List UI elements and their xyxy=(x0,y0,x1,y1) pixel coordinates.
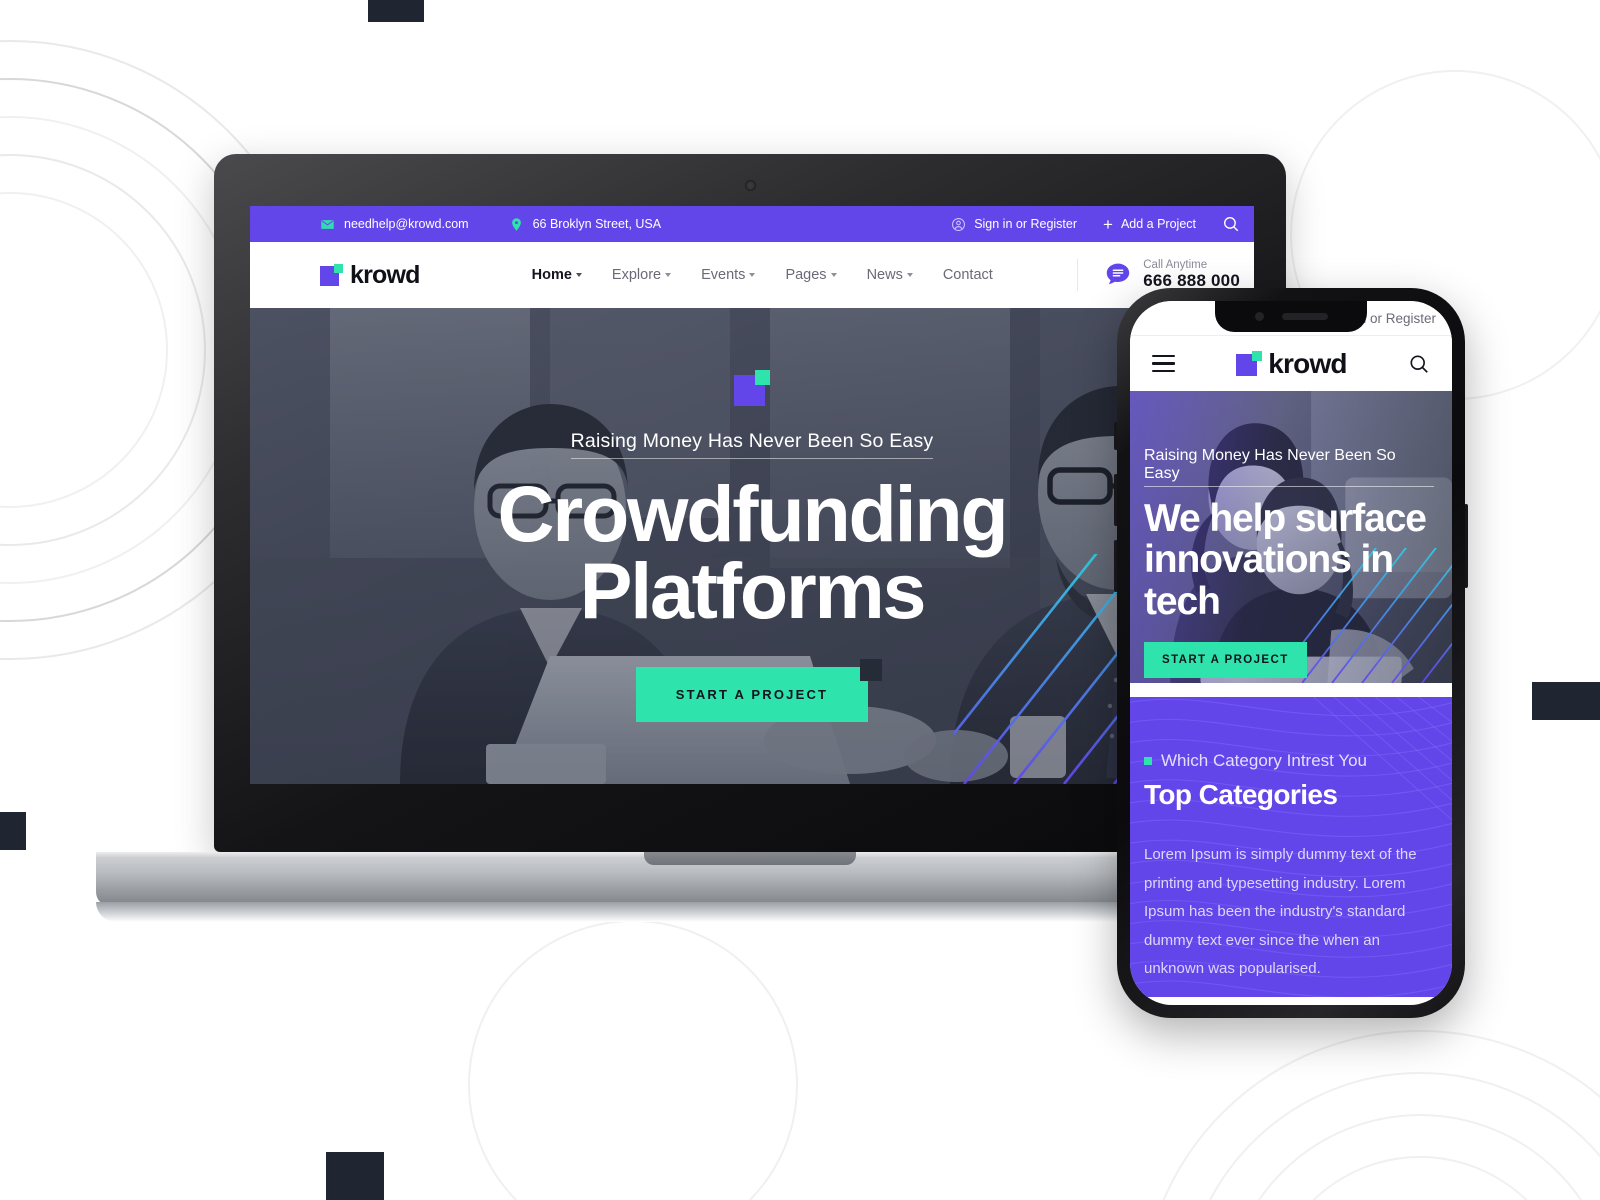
site-logo-text: krowd xyxy=(350,260,420,289)
hero-title-line1: Crowdfunding xyxy=(497,468,1009,558)
phone-header: krowd xyxy=(1130,335,1452,391)
phone-categories-eyebrow-label: Which Category Intrest You xyxy=(1161,751,1368,770)
menu-item-events-label: Events xyxy=(701,267,746,283)
decor-square-top xyxy=(368,0,424,22)
search-icon[interactable] xyxy=(1408,353,1430,375)
hero-subtitle: Raising Money Has Never Been So Easy xyxy=(570,430,934,459)
add-project-label: Add a Project xyxy=(1120,217,1196,231)
chevron-down-icon xyxy=(749,273,756,277)
topbar-email[interactable]: needhelp@krowd.com xyxy=(320,217,469,232)
hero-content: Raising Money Has Never Been So Easy Cro… xyxy=(250,308,1254,784)
hero-logo-mark-icon xyxy=(734,369,770,406)
phone-hero: Raising Money Has Never Been So Easy We … xyxy=(1130,391,1452,683)
presentation-canvas: needhelp@krowd.com 66 Broklyn Street, US… xyxy=(0,0,1600,1200)
phone-categories-body: Lorem Ipsum is simply dummy text of the … xyxy=(1144,846,1417,977)
phone-screen: Sign in or Register krowd Raising Money … xyxy=(1130,301,1452,1005)
chevron-down-icon xyxy=(665,273,672,277)
location-pin-icon xyxy=(509,217,524,232)
phone-start-project-button[interactable]: START A PROJECT xyxy=(1144,641,1307,678)
menu-item-pages-label: Pages xyxy=(785,267,827,283)
phone-section-divider xyxy=(1130,683,1452,697)
user-circle-icon xyxy=(951,217,966,232)
decor-ring-bottom-center xyxy=(468,920,798,1200)
decor-square-bottom xyxy=(326,1152,384,1200)
front-camera-icon xyxy=(1254,312,1264,321)
menu-item-news-label: News xyxy=(866,267,903,283)
menu-item-contact-label: Contact xyxy=(942,267,993,283)
laptop-screen: needhelp@krowd.com 66 Broklyn Street, US… xyxy=(250,206,1254,784)
chat-bubble-icon xyxy=(1104,261,1132,289)
site-topbar: needhelp@krowd.com 66 Broklyn Street, US… xyxy=(250,206,1254,242)
call-anytime-block[interactable]: Call Anytime 666 888 000 xyxy=(1077,258,1240,292)
decor-square-right xyxy=(1532,682,1600,720)
mail-icon xyxy=(320,217,335,232)
desktop-hero: Raising Money Has Never Been So Easy Cro… xyxy=(250,308,1254,784)
phone-notch xyxy=(1215,301,1367,332)
add-project-link[interactable]: + Add a Project xyxy=(1103,216,1196,233)
menu-item-explore[interactable]: Explore xyxy=(611,267,672,283)
phone-site-logo[interactable]: krowd xyxy=(1236,347,1348,380)
topbar-address[interactable]: 66 Broklyn Street, USA xyxy=(509,217,662,232)
start-project-button[interactable]: START A PROJECT xyxy=(635,667,869,723)
hamburger-menu-icon[interactable] xyxy=(1152,354,1175,373)
krowd-logo-icon xyxy=(320,263,343,287)
call-anytime-label: Call Anytime xyxy=(1143,258,1208,271)
main-menu: Home Explore Events Pages News Contact xyxy=(532,267,993,283)
menu-item-events[interactable]: Events xyxy=(701,267,756,283)
menu-item-contact[interactable]: Contact xyxy=(943,267,993,283)
phone-hero-title: We help surface innovations in tech xyxy=(1144,497,1427,623)
phone-categories-eyebrow: Which Category Intrest You xyxy=(1144,751,1434,771)
menu-item-home[interactable]: Home xyxy=(532,267,582,283)
search-icon[interactable] xyxy=(1222,215,1240,233)
topbar-actions: Sign in or Register + Add a Project xyxy=(951,215,1240,233)
phone-top-categories-section: Which Category Intrest You Top Categorie… xyxy=(1130,697,1452,997)
phone-categories-title: Top Categories xyxy=(1144,779,1338,810)
phone-hero-subtitle: Raising Money Has Never Been So Easy xyxy=(1144,447,1434,487)
cta-corner-accent xyxy=(860,659,883,682)
phone-site-logo-text: krowd xyxy=(1268,347,1347,379)
decor-square-left xyxy=(0,812,26,850)
laptop-base-notch xyxy=(644,852,856,865)
hero-cta-wrapper: START A PROJECT xyxy=(635,659,883,723)
menu-item-explore-label: Explore xyxy=(611,267,662,283)
menu-item-home-label: Home xyxy=(531,267,572,283)
earpiece-speaker-icon xyxy=(1281,313,1328,320)
plus-icon: + xyxy=(1103,214,1113,234)
menu-item-news[interactable]: News xyxy=(867,267,913,283)
decor-rings-bottom-right xyxy=(1140,1030,1600,1200)
hero-title-line2: Platforms xyxy=(579,546,927,635)
krowd-logo-icon xyxy=(1236,350,1263,377)
signin-register-label: Sign in or Register xyxy=(974,217,1078,231)
hero-title: Crowdfunding Platforms xyxy=(497,468,1009,635)
chevron-down-icon xyxy=(830,273,837,277)
bullet-square-icon xyxy=(1144,757,1152,765)
chevron-down-icon xyxy=(575,273,582,277)
site-navbar: krowd Home Explore Events Pages News Con… xyxy=(250,242,1254,308)
phone-frame: Sign in or Register krowd Raising Money … xyxy=(1117,288,1465,1018)
chevron-down-icon xyxy=(906,273,913,277)
webcam-icon xyxy=(745,180,756,191)
phone-hero-content: Raising Money Has Never Been So Easy We … xyxy=(1130,391,1452,678)
topbar-email-text: needhelp@krowd.com xyxy=(344,217,469,231)
site-logo[interactable]: krowd xyxy=(320,261,420,290)
topbar-address-text: 66 Broklyn Street, USA xyxy=(532,217,662,231)
signin-register-link[interactable]: Sign in or Register xyxy=(951,217,1077,232)
phone-mockup: Sign in or Register krowd Raising Money … xyxy=(1114,288,1468,1018)
menu-item-pages[interactable]: Pages xyxy=(785,267,837,283)
